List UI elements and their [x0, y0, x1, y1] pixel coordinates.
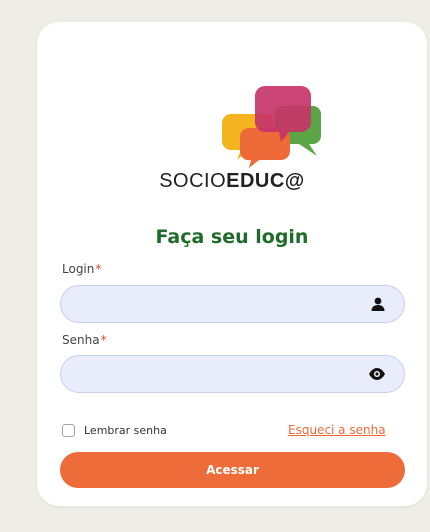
- user-icon: [368, 294, 388, 314]
- remember-password[interactable]: Lembrar senha: [62, 424, 167, 437]
- brand-part-1: SOCIO: [159, 170, 227, 192]
- password-label-text: Senha: [62, 333, 100, 347]
- speech-bubbles-logo-icon: [222, 86, 321, 168]
- brand-part-2: EDUC@: [226, 170, 305, 192]
- remember-label: Lembrar senha: [84, 424, 167, 437]
- page-title: Faça seu login: [155, 226, 309, 248]
- login-input[interactable]: [60, 285, 405, 323]
- password-required-mark: *: [100, 333, 107, 347]
- password-input[interactable]: [60, 355, 405, 393]
- brand-wordmark: SOCIOEDUC@: [37, 170, 427, 193]
- forgot-password-link[interactable]: Esqueci a senha: [288, 423, 386, 437]
- login-required-mark: *: [95, 262, 102, 276]
- submit-button[interactable]: Acessar: [60, 452, 405, 488]
- password-label: Senha*: [62, 333, 107, 347]
- remember-checkbox[interactable]: [62, 424, 75, 437]
- login-label: Login*: [62, 262, 101, 276]
- eye-icon[interactable]: [367, 364, 387, 384]
- login-label-text: Login: [62, 262, 95, 276]
